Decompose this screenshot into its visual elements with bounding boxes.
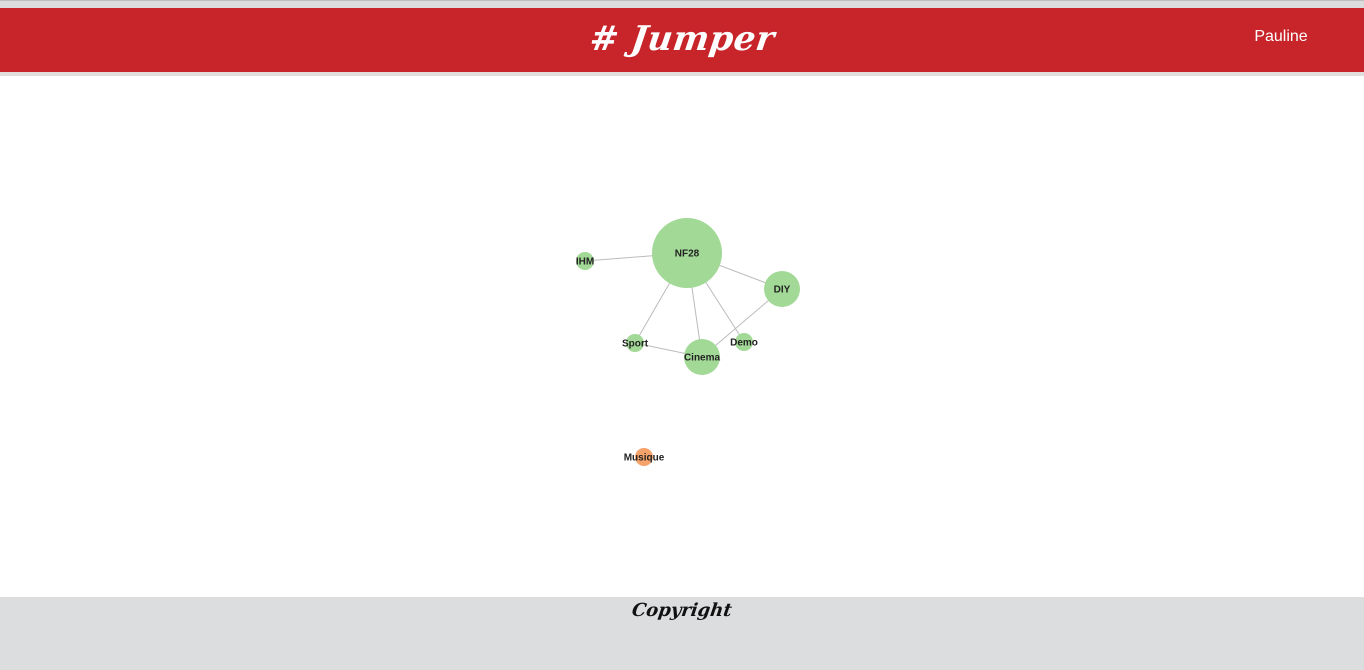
tag-graph-canvas: NF28 IHM DIY Sport Demo Cinema Musique xyxy=(576,218,800,466)
app-logo[interactable]: # Jumper xyxy=(0,8,1364,72)
graph-node-diy[interactable]: DIY xyxy=(764,271,800,307)
footer-copyright: Copyright xyxy=(0,600,1364,621)
graph-node-sport[interactable]: Sport xyxy=(622,334,649,352)
graph-node-ihm[interactable]: IHM xyxy=(576,252,594,270)
graph-node-label: Musique xyxy=(624,453,665,464)
graph-node-label: NF28 xyxy=(675,249,700,260)
graph-node-label: IHM xyxy=(576,257,594,268)
graph-node-nf28[interactable]: NF28 xyxy=(652,218,722,288)
app-logo-text: # Jumper xyxy=(586,19,778,59)
graph-node-cinema[interactable]: Cinema xyxy=(684,339,721,375)
graph-node-label: Sport xyxy=(622,339,649,350)
tag-graph: NF28 IHM DIY Sport Demo Cinema Musique xyxy=(0,76,1364,597)
graph-node-label: Demo xyxy=(730,338,758,349)
graph-node-musique[interactable]: Musique xyxy=(624,448,665,466)
user-menu[interactable]: Pauline xyxy=(1240,28,1322,46)
copyright-text: Copyright xyxy=(630,600,734,621)
graph-node-label: DIY xyxy=(774,285,791,296)
window-top-strip xyxy=(0,0,1364,8)
graph-node-demo[interactable]: Demo xyxy=(730,333,758,351)
graph-node-label: Cinema xyxy=(684,353,721,364)
